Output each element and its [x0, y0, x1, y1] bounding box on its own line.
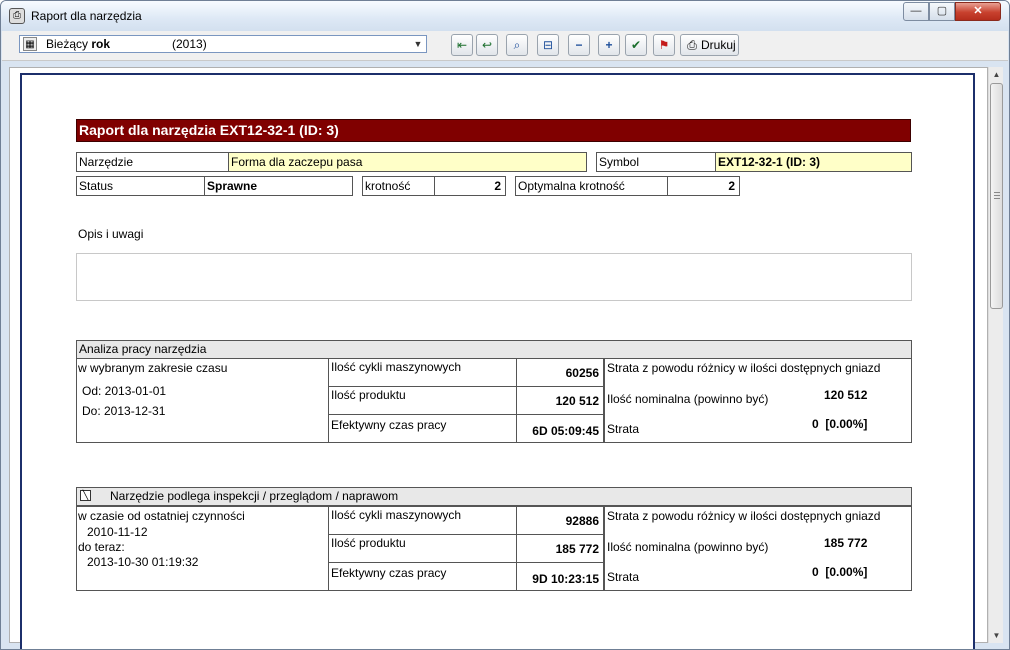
inspection-since-date: 2010-11-12: [87, 525, 148, 539]
select-check-icon: ✔: [630, 38, 642, 52]
zoom-width-button[interactable]: ⊟: [537, 34, 559, 56]
symbol-value: EXT12-32-1 (ID: 3): [715, 152, 912, 172]
analysis-cycles-label: Ilość cykli maszynowych: [328, 358, 517, 387]
inspection-header: Narzędzie podlega inspekcji / przeglądom…: [76, 487, 912, 506]
zoom-page-button[interactable]: ⌕: [506, 34, 528, 56]
scroll-up-icon[interactable]: ▲: [989, 67, 1004, 82]
inspection-nominal-value: 185 772: [824, 536, 868, 550]
optimal-multiplicity-value: 2: [667, 176, 740, 196]
status-label: Status: [76, 176, 205, 196]
analysis-from-date: Od: 2013-01-01: [82, 384, 167, 398]
inspection-since-label: w czasie od ostatniej czynności: [78, 509, 245, 523]
analysis-nominal-label: Ilość nominalna (powinno być): [607, 392, 769, 406]
inspection-until-date: 2013-10-30 01:19:32: [87, 555, 199, 569]
prev-page-button[interactable]: ↩: [476, 34, 498, 56]
grip-line: [994, 198, 1000, 199]
inspection-loss-header: Strata z powodu różnicy w ilości dostępn…: [607, 509, 881, 523]
inspection-product-value: 185 772: [516, 534, 604, 563]
inspection-time-label: Efektywny czas pracy: [328, 562, 517, 591]
maximize-button[interactable]: ▢: [929, 2, 955, 21]
period-year: (2013): [172, 37, 207, 51]
symbol-label: Symbol: [596, 152, 716, 172]
optimal-multiplicity-label: Optymalna krotność: [515, 176, 668, 196]
tool-label: Narzędzie: [76, 152, 229, 172]
report-title: Raport dla narzędzia EXT12-32-1 (ID: 3): [76, 119, 911, 142]
inspection-product-label: Ilość produktu: [328, 534, 517, 563]
chevron-down-icon[interactable]: ▼: [411, 36, 425, 52]
scroll-down-icon[interactable]: ▼: [989, 628, 1004, 643]
scroll-thumb[interactable]: [990, 83, 1003, 309]
analysis-header: Analiza pracy narzędzia: [76, 340, 912, 359]
zoom-in-button[interactable]: +: [598, 34, 620, 56]
analysis-time-value: 6D 05:09:45: [516, 414, 604, 443]
first-page-button[interactable]: ⇤: [451, 34, 473, 56]
zoom-page-icon: ⌕: [513, 38, 521, 52]
status-value: Sprawne: [204, 176, 353, 196]
grip-line: [994, 192, 1000, 193]
zoom-out-button[interactable]: −: [568, 34, 590, 56]
prev-page-icon: ↩: [481, 38, 493, 52]
notes-label: Opis i uwagi: [78, 227, 144, 241]
grip-line: [994, 195, 1000, 196]
analysis-nominal-value: 120 512: [824, 388, 868, 402]
period-select[interactable]: ▦ Bieżący rok (2013) ▼: [19, 35, 427, 53]
period-label: Bieżący rok: [46, 37, 111, 51]
check-button[interactable]: ✔: [625, 34, 647, 56]
analysis-cycles-value: 60256: [516, 358, 604, 387]
printer-app-icon: ⎙: [9, 8, 25, 24]
zoom-in-icon: +: [605, 38, 613, 52]
analysis-product-value: 120 512: [516, 386, 604, 415]
toolbar: ▦ Bieżący rok (2013) ▼ ⇤ ↩ ⌕ ⊟ − + ✔ ⚑ ⎙…: [2, 31, 1008, 61]
pdf-export-button[interactable]: ⚑: [653, 34, 675, 56]
window-title: Raport dla narzędzia: [31, 9, 142, 23]
zoom-out-icon: −: [575, 38, 583, 52]
print-button[interactable]: ⎙ Drukuj: [680, 34, 739, 56]
inspection-loss-value: 0 [0.00%]: [812, 565, 868, 579]
multiplicity-label: krotność: [362, 176, 435, 196]
close-button[interactable]: ✕: [955, 2, 1001, 21]
notes-box: [76, 253, 912, 301]
first-page-icon: ⇤: [456, 38, 468, 52]
multiplicity-value: 2: [434, 176, 506, 196]
title-bar: ⎙ Raport dla narzędzia — ▢ ✕: [1, 1, 1009, 31]
inspection-until-label: do teraz:: [78, 540, 125, 554]
analysis-loss-label: Strata: [607, 422, 640, 436]
inspection-cycles-label: Ilość cykli maszynowych: [328, 506, 517, 535]
analysis-loss-value: 0 [0.00%]: [812, 417, 868, 431]
pdf-export-icon: ⚑: [658, 38, 670, 52]
analysis-to-date: Do: 2013-12-31: [82, 404, 166, 418]
inspection-nominal-label: Ilość nominalna (powinno być): [607, 540, 769, 554]
print-label: Drukuj: [701, 38, 736, 52]
inspection-time-value: 9D 10:23:15: [516, 562, 604, 591]
report-window: ⎙ Raport dla narzędzia — ▢ ✕ ▦ Bieżący r…: [0, 0, 1010, 650]
inspection-cycles-value: 92886: [516, 506, 604, 535]
zoom-width-icon: ⊟: [542, 38, 554, 52]
analysis-time-label: Efektywny czas pracy: [328, 414, 517, 443]
vertical-scrollbar[interactable]: ▲ ▼: [988, 67, 1003, 643]
tool-value: Forma dla zaczepu pasa: [228, 152, 587, 172]
calendar-icon: ▦: [23, 37, 37, 51]
minimize-button[interactable]: —: [903, 2, 929, 21]
printer-icon: ⎙: [687, 38, 697, 52]
inspection-checkbox-icon: ╲: [80, 490, 91, 501]
inspection-loss-label: Strata: [607, 570, 640, 584]
analysis-range-label: w wybranym zakresie czasu: [78, 361, 228, 375]
analysis-loss-header: Strata z powodu różnicy w ilości dostępn…: [607, 361, 881, 375]
analysis-product-label: Ilość produktu: [328, 386, 517, 415]
